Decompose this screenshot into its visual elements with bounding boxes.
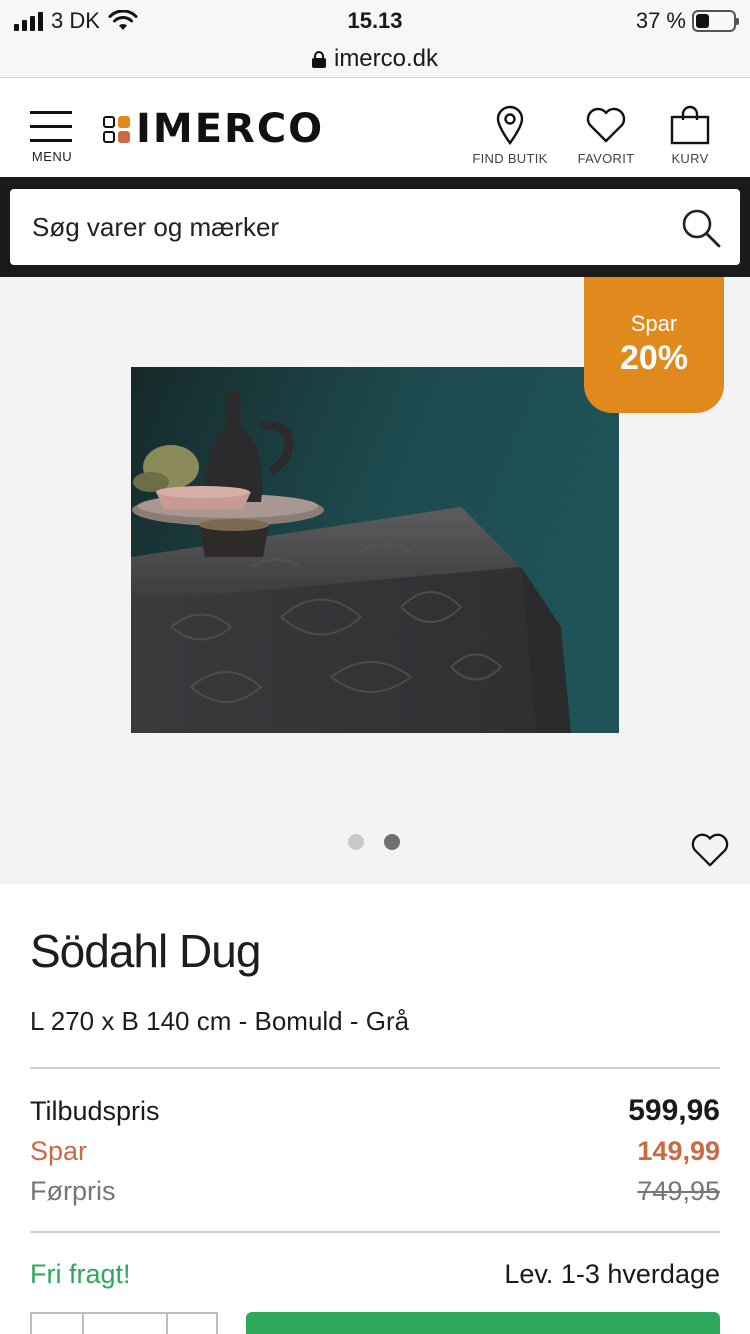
battery-level [696,14,710,28]
discount-badge: Spar 20% [584,277,724,413]
shipping-row: Fri fragt! Lev. 1-3 hverdage [30,1259,720,1290]
find-store-button[interactable]: FIND BUTIK [472,105,548,166]
favorite-label: FAVORIT [577,151,635,166]
product-title: Södahl Dug [30,925,261,977]
hamburger-icon [30,111,74,142]
heart-icon [586,107,626,143]
gallery-pagination [348,834,400,850]
quantity-decrease-button[interactable] [32,1314,84,1334]
imerco-logo[interactable]: IMERCO [103,109,324,149]
offer-price-label: Tilbudspris [30,1095,160,1126]
url-text: imerco.dk [333,44,439,72]
quantity-stepper[interactable] [30,1312,218,1334]
add-to-cart-button[interactable] [246,1312,720,1334]
quantity-increase-button[interactable] [168,1314,216,1334]
gallery-dot[interactable] [348,834,364,850]
search-bar [0,177,750,277]
offer-price-row: Tilbudspris 599,96 [30,1091,720,1131]
logo-text: IMERCO [136,106,325,152]
discount-badge-value: 20% [619,339,689,377]
free-shipping-label: Fri fragt! [30,1259,131,1289]
cart-label: KURV [671,151,709,166]
address-bar[interactable]: imerco.dk [0,40,750,78]
quantity-input[interactable] [84,1314,168,1334]
save-value: 149,99 [637,1135,720,1166]
offer-price-value: 599,96 [628,1094,720,1127]
lock-icon [311,50,326,68]
before-price-row: Førpris 749,95 [30,1171,720,1211]
cart-button[interactable]: KURV [668,105,712,166]
tablecloth-photo [131,367,619,733]
favorite-button[interactable]: FAVORIT [576,105,636,166]
location-pin-icon [496,105,524,145]
menu-label: MENU [31,149,73,164]
battery-percent: 37 % [635,8,686,33]
search-icon[interactable] [680,207,722,249]
logo-mark-icon [103,115,130,143]
divider [30,1231,720,1233]
search-input[interactable] [10,211,650,243]
status-bar: 3 DK 15.13 37 % [0,0,750,40]
search-box [10,189,740,265]
menu-button[interactable]: MENU [30,111,74,164]
save-label: Spar [30,1135,88,1166]
before-price-label: Førpris [30,1175,116,1206]
status-right: 37 % [635,8,739,34]
shopping-bag-icon [670,105,710,145]
battery-icon [692,10,739,32]
product-image[interactable] [131,367,619,733]
discount-badge-label: Spar [630,311,678,336]
gallery-dot[interactable] [384,834,400,850]
product-info: Södahl Dug L 270 x B 140 cm - Bomuld - G… [30,884,720,1290]
price-table: Tilbudspris 599,96 Spar 149,99 Førpris 7… [30,1069,720,1231]
product-gallery[interactable]: Spar 20% [0,277,750,884]
site-header: MENU IMERCO FIND BUTIK FAVORIT KURV [0,79,750,177]
save-row: Spar 149,99 [30,1131,720,1171]
find-store-label: FIND BUTIK [472,151,548,166]
before-price-value: 749,95 [637,1175,720,1206]
delivery-time: Lev. 1-3 hverdage [504,1259,720,1289]
add-to-favorites-icon[interactable] [690,831,730,869]
product-variant: L 270 x B 140 cm - Bomuld - Grå [30,1006,410,1036]
